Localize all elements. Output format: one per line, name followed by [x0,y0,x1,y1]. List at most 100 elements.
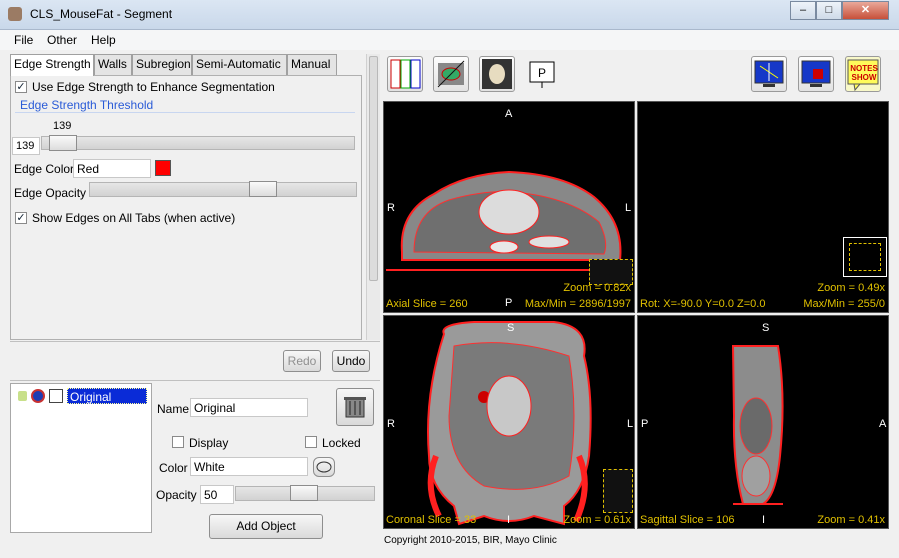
coronal-view[interactable]: S R L I Coronal Slice = 33 Zoom = 0.61x [383,315,635,529]
name-label: Name [157,402,190,416]
locked-checkbox[interactable] [305,436,317,448]
use-edge-label: Use Edge Strength to Enhance Segmentatio… [32,80,275,94]
tab-manual[interactable]: Manual [287,54,337,75]
delete-object-button[interactable] [336,388,374,426]
coronal-zoom: Zoom = 0.61x [563,514,631,526]
presentation-button[interactable]: P [525,56,561,92]
opacity-field[interactable]: 50 [200,485,234,504]
history-bar: Redo Undo [10,341,380,381]
use-edge-checkbox[interactable]: ✓ [15,81,27,93]
object-list: Original [10,383,152,533]
tab-edge-strength[interactable]: Edge Strength [10,54,94,76]
opacity-slider-thumb[interactable] [290,485,318,501]
menu-other[interactable]: Other [47,33,77,47]
monitor-icon [754,60,784,87]
axial-maxmin: Max/Min = 2896/1997 [524,298,631,310]
tab-semi-automatic[interactable]: Semi-Automatic [192,54,287,75]
panel-scrollbar-thumb[interactable] [369,56,378,281]
threshold-field[interactable]: 139 [12,137,40,155]
sagittal-slice-readout: Sagittal Slice = 106 [640,514,735,526]
notes-button[interactable]: NOTES SHOW [845,56,881,92]
close-button[interactable]: ✕ [842,1,889,20]
color-square-icon[interactable] [49,389,63,403]
sagittal-orient-top: S [762,322,770,334]
list-item[interactable]: Original [15,388,155,404]
axial-orient-bottom: P [505,297,513,309]
render-view-button[interactable] [479,56,515,92]
threshold-value-label: 139 [53,120,72,132]
coronal-orient-right: L [627,418,634,430]
redo-button[interactable]: Redo [283,350,321,372]
color-field[interactable]: White [190,457,308,476]
render-thumbnail-frame[interactable] [843,237,887,277]
display-label: Display [189,436,229,450]
threshold-slider-thumb[interactable] [49,135,77,151]
axial-view[interactable]: A R L P Zoom = 0.82x Axial Slice = 260 M… [383,101,635,313]
lock-icon[interactable] [18,391,27,401]
visibility-icon[interactable] [31,389,45,403]
sagittal-view[interactable]: S P A I Sagittal Slice = 106 Zoom = 0.41… [637,315,889,529]
minimize-button[interactable]: – [790,1,816,20]
edge-opacity-slider[interactable] [89,182,357,197]
coronal-orient-top: S [507,322,515,334]
add-object-button[interactable]: Add Object [209,514,323,539]
show-edges-checkbox[interactable]: ✓ [15,212,27,224]
tab-subregion[interactable]: Subregion [132,54,192,75]
render-maxmin: Max/Min = 255/0 [803,298,885,310]
axial-coronal-sagittal-icon [390,59,421,89]
opacity-label: Opacity [156,488,197,502]
oblique-icon [437,60,465,88]
panel-scrollbar[interactable] [366,54,380,340]
display-checkbox[interactable] [172,436,184,448]
render-thumbnail [849,243,881,271]
skull-render-icon [482,59,512,89]
list-item-label[interactable]: Original [67,388,147,404]
sagittal-orient-right: A [879,418,887,430]
edge-strength-panel: ✓ Use Edge Strength to Enhance Segmentat… [10,75,362,340]
threshold-slider[interactable] [41,136,355,150]
screen-capture-button[interactable] [798,56,834,92]
show-edges-label: Show Edges on All Tabs (when active) [32,211,236,225]
menu-bar: File Other Help [0,30,899,50]
trash-icon [344,397,366,418]
notes-text: NOTES SHOW [850,64,878,82]
coronal-image [427,321,592,526]
locked-label: Locked [322,436,361,450]
object-properties: Name Original Display Locked Color White… [153,383,380,539]
edge-opacity-slider-thumb[interactable] [249,181,277,197]
presentation-board-icon: P [529,61,555,88]
sagittal-orient-left: P [641,418,649,430]
threshold-divider [15,112,355,113]
menu-help[interactable]: Help [91,33,116,47]
oblique-view-button[interactable] [433,56,469,92]
menu-file[interactable]: File [14,33,33,47]
color-label: Color [159,461,188,475]
render-view[interactable]: Zoom = 0.49x Rot: X=-90.0 Y=0.0 Z=0.0 Ma… [637,101,889,313]
monitor-capture-icon [801,60,831,87]
copyright-text: Copyright 2010-2015, BIR, Mayo Clinic [384,535,557,546]
sagittal-zoom: Zoom = 0.41x [817,514,885,526]
coronal-slice-readout: Coronal Slice = 33 [386,514,477,526]
single-view-button[interactable] [751,56,787,92]
tool-tabs: Edge Strength Walls Subregion Semi-Autom… [10,54,365,76]
coronal-thumbnail[interactable] [603,469,633,513]
axial-orient-top: A [505,108,513,120]
edge-color-label: Edge Color [14,162,75,176]
palette-icon [316,461,332,473]
sagittal-orient-bottom: I [762,514,766,526]
name-field[interactable]: Original [190,398,308,417]
edge-color-swatch[interactable] [155,160,171,176]
color-picker-button[interactable] [313,457,335,477]
undo-button[interactable]: Undo [332,350,370,372]
svg-text:P: P [538,66,546,80]
title-bar: CLS_MouseFat - Segment – □ ✕ [0,0,899,30]
render-zoom: Zoom = 0.49x [817,282,885,294]
render-rotation: Rot: X=-90.0 Y=0.0 Z=0.0 [640,298,766,310]
window-title: CLS_MouseFat - Segment [30,7,173,21]
axial-slice-readout: Axial Slice = 260 [386,298,468,310]
edge-color-field[interactable]: Red [73,159,151,178]
coronal-orient-left: R [387,418,395,430]
multi-view-button[interactable] [387,56,423,92]
tab-walls[interactable]: Walls [94,54,132,75]
maximize-button[interactable]: □ [816,1,842,20]
